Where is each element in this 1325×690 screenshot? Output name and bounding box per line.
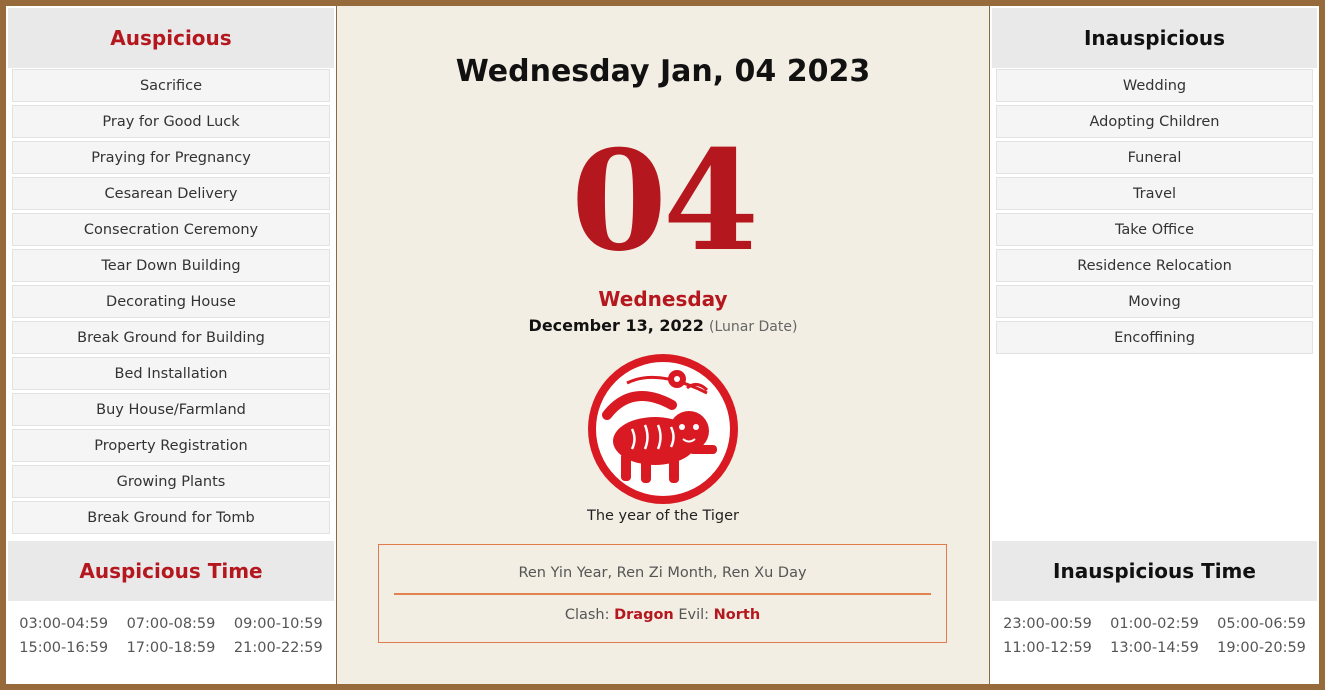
day-number: 04 — [570, 119, 759, 282]
inauspicious-time-slot: 13:00-14:59 — [1110, 640, 1199, 656]
inauspicious-time-slot: 11:00-12:59 — [1003, 640, 1092, 656]
auspicious-activity-item: Property Registration — [12, 429, 330, 462]
auspicious-time-slot: 17:00-18:59 — [126, 640, 216, 656]
lunar-date-note: (Lunar Date) — [708, 319, 798, 335]
ganzhi-text: Ren Yin Year, Ren Zi Month, Ren Xu Day — [518, 565, 807, 581]
auspicious-activity-item: Break Ground for Building — [12, 321, 330, 354]
auspicious-time-slot: 15:00-16:59 — [19, 640, 109, 656]
auspicious-activity-item: Decorating House — [12, 285, 330, 318]
clash-label: Clash: — [564, 607, 610, 623]
calendar-frame: Auspicious Sacrifice Pray for Good Luck Pr… — [6, 6, 1319, 684]
auspicious-activity-item: Buy House/Farmland — [12, 393, 330, 426]
inauspicious-activity-item: Travel — [996, 177, 1313, 210]
auspicious-activity-item: Cesarean Delivery — [12, 177, 330, 210]
evil-value: North — [713, 607, 761, 623]
auspicious-time-slot: 09:00-10:59 — [233, 616, 323, 632]
inauspicious-time-list: 23:00-00:59 01:00-02:59 05:00-06:59 11:00-1… — [990, 616, 1319, 656]
lunar-date: December 13, 2022 (Lunar Date) — [337, 316, 989, 335]
inauspicious-activity-item: Wedding — [996, 69, 1313, 102]
auspicious-time-heading: Auspicious Time — [8, 541, 334, 601]
inauspicious-activity-item: Encoffining — [996, 321, 1313, 354]
clash-value: Dragon — [614, 607, 674, 623]
weekday-label: Wednesday — [598, 287, 728, 311]
auspicious-time-list: 03:00-04:59 07:00-08:59 09:00-10:59 15:00-1… — [6, 616, 336, 656]
page-title: Wednesday Jan, 04 2023 — [455, 54, 871, 89]
auspicious-activity-item: Tear Down Building — [12, 249, 330, 282]
tiger-papercut-icon — [587, 353, 739, 505]
auspicious-activity-item: Bed Installation — [12, 357, 330, 390]
inauspicious-activity-item: Adopting Children — [996, 105, 1313, 138]
auspicious-activity-item: Praying for Pregnancy — [12, 141, 330, 174]
auspicious-time-slot: 21:00-22:59 — [233, 640, 323, 656]
inauspicious-time-slot: 01:00-02:59 — [1110, 616, 1199, 632]
inauspicious-activity-item: Residence Relocation — [996, 249, 1313, 282]
auspicious-list: Sacrifice Pray for Good Luck Praying for P… — [12, 69, 330, 537]
inauspicious-activity-item: Take Office — [996, 213, 1313, 246]
inauspicious-time-slot: 23:00-00:59 — [1003, 616, 1092, 632]
lunar-date-value: December 13, 2022 — [528, 316, 704, 335]
zodiac-year-label: The year of the Tiger — [586, 508, 740, 524]
auspicious-time-slot: 03:00-04:59 — [19, 616, 109, 632]
inauspicious-time-slot: 19:00-20:59 — [1217, 640, 1306, 656]
day-detail-panel: Wednesday Jan, 04 2023 04 Wednesday Dece… — [336, 6, 990, 684]
auspicious-activity-item: Growing Plants — [12, 465, 330, 498]
inauspicious-column: Inauspicious Wedding Adopting Children Fun… — [990, 6, 1319, 684]
auspicious-activity-item: Consecration Ceremony — [12, 213, 330, 246]
inauspicious-activity-item: Moving — [996, 285, 1313, 318]
clash-evil-line: Clash: Dragon Evil: North — [379, 607, 946, 623]
inauspicious-list: Wedding Adopting Children Funeral Travel Tak… — [996, 69, 1313, 357]
inauspicious-time-slot: 05:00-06:59 — [1217, 616, 1306, 632]
inauspicious-activity-item: Funeral — [996, 141, 1313, 174]
info-divider — [394, 593, 931, 595]
auspicious-activity-item: Break Ground for Tomb — [12, 501, 330, 534]
auspicious-heading: Auspicious — [8, 8, 334, 68]
auspicious-activity-item: Sacrifice — [12, 69, 330, 102]
auspicious-column: Auspicious Sacrifice Pray for Good Luck Pr… — [6, 6, 336, 684]
inauspicious-heading: Inauspicious — [992, 8, 1317, 68]
auspicious-activity-item: Pray for Good Luck — [12, 105, 330, 138]
evil-label: Evil: — [678, 607, 710, 623]
ganzhi-info-box: Ren Yin Year, Ren Zi Month, Ren Xu Day C… — [378, 544, 947, 643]
inauspicious-time-heading: Inauspicious Time — [992, 541, 1317, 601]
auspicious-time-slot: 07:00-08:59 — [126, 616, 216, 632]
